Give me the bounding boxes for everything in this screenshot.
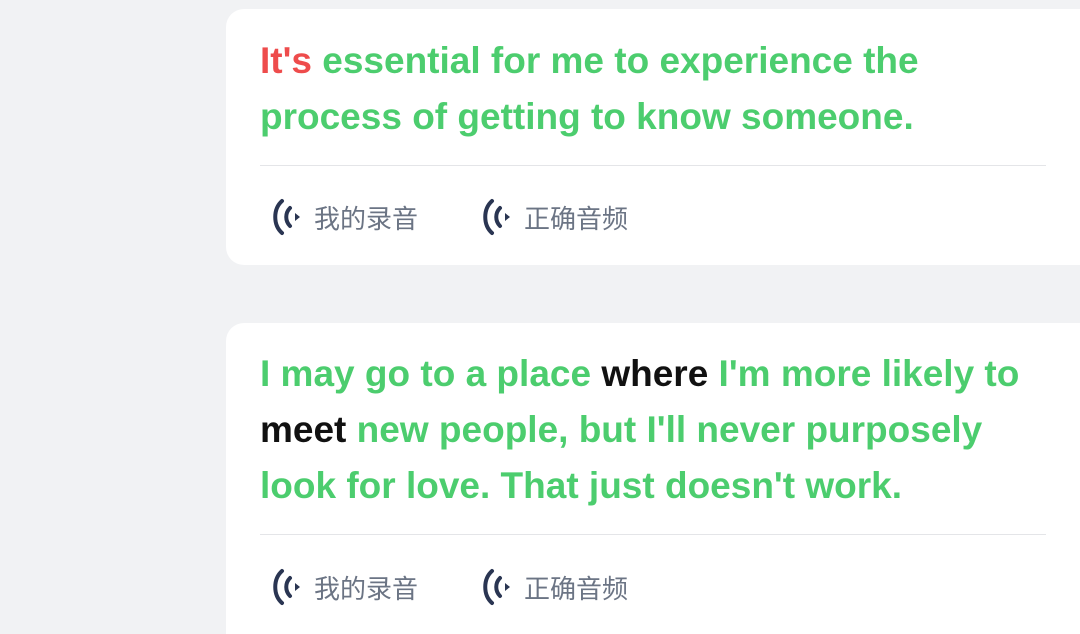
audio-actions: 我的录音 正确音频 [260, 535, 1072, 634]
word-unscored: where [601, 353, 709, 394]
my-recording-button[interactable]: 我的录音 [260, 197, 418, 237]
my-recording-button[interactable]: 我的录音 [260, 567, 418, 607]
my-recording-label: 我的录音 [314, 204, 419, 235]
word-incorrect: It's [260, 40, 312, 81]
correct-audio-label: 正确音频 [524, 204, 629, 235]
sentence-text: I may go to a place where I'm more likel… [260, 323, 1050, 514]
sound-wave-icon [270, 197, 304, 237]
correct-audio-label: 正确音频 [524, 574, 629, 605]
page: It's essential for me to experience the … [0, 0, 1080, 634]
sentence-card-1: It's essential for me to experience the … [226, 9, 1080, 265]
words-correct: new people, but I'll never purposely loo… [260, 409, 983, 506]
sound-wave-icon [480, 567, 514, 607]
correct-audio-button[interactable]: 正确音频 [470, 567, 628, 607]
audio-actions: 我的录音 正确音频 [260, 166, 1072, 268]
word-unscored: meet [260, 409, 347, 450]
sentence-text: It's essential for me to experience the … [260, 9, 1050, 145]
sound-wave-icon [480, 197, 514, 237]
words-correct: I may go to a place [260, 353, 602, 394]
correct-audio-button[interactable]: 正确音频 [470, 197, 628, 237]
sound-wave-icon [270, 567, 304, 607]
my-recording-label: 我的录音 [314, 574, 419, 605]
words-correct: I'm more likely to [708, 353, 1020, 394]
words-correct: essential for me to experience the proce… [260, 40, 919, 137]
sentence-card-2: I may go to a place where I'm more likel… [226, 323, 1080, 634]
